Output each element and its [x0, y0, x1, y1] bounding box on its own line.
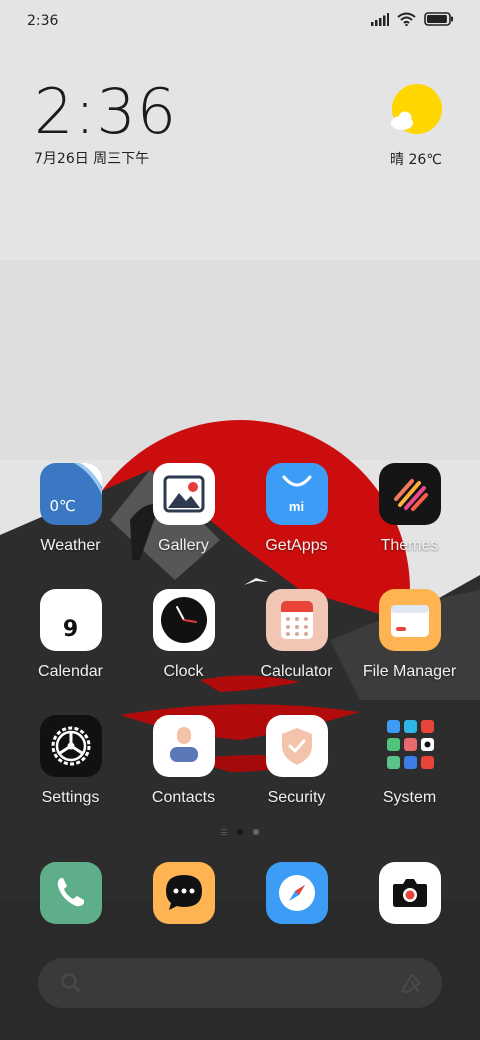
getapps-icon: mi	[265, 463, 328, 525]
app-contacts[interactable]: Contacts	[127, 715, 240, 807]
page-indicator[interactable]	[0, 829, 480, 835]
compass-icon	[265, 862, 328, 924]
clock-widget-date: 7月26日 周三下午	[34, 151, 150, 167]
dock-camera[interactable]	[353, 862, 466, 924]
app-label-getapps: GetApps	[265, 537, 328, 554]
camera-icon	[378, 862, 441, 924]
file-manager-icon	[378, 589, 441, 651]
app-security[interactable]: Security	[240, 715, 353, 807]
contacts-icon	[152, 715, 215, 777]
folder-glyph	[390, 605, 429, 637]
getapps-bag	[282, 475, 311, 487]
app-settings[interactable]: Settings	[14, 715, 127, 807]
folder-grid-icon	[386, 720, 434, 769]
settings-icon	[39, 715, 102, 777]
page-dot-1	[237, 829, 243, 835]
app-themes[interactable]: Themes	[353, 463, 466, 555]
gear-icon	[51, 726, 90, 766]
clock-face	[160, 597, 207, 643]
phone-glyph	[57, 878, 84, 907]
themes-icon	[378, 463, 441, 525]
app-label-themes: Themes	[380, 537, 439, 554]
shield-icon	[281, 728, 312, 765]
app-label-settings: Settings	[41, 789, 100, 806]
app-gallery[interactable]: Gallery	[127, 463, 240, 555]
clock-widget-time: 2:36	[34, 75, 178, 148]
gallery-glyph	[163, 475, 204, 513]
weather-widget[interactable]: 晴 26℃	[388, 84, 444, 169]
app-system-folder[interactable]: System	[353, 715, 466, 807]
dock-browser[interactable]	[240, 862, 353, 924]
app-file-manager[interactable]: File Manager	[353, 589, 466, 681]
search-bar[interactable]	[38, 958, 442, 1008]
weather-app-temp: 0℃	[49, 497, 76, 515]
status-icons	[371, 12, 454, 26]
page-indicator-menu-icon	[221, 829, 227, 835]
signal-icon	[371, 12, 389, 26]
battery-icon	[424, 12, 453, 26]
status-time: 2:36	[27, 13, 59, 29]
calendar-day: 9	[62, 617, 79, 642]
weather-app-corner	[73, 463, 102, 495]
app-weather[interactable]: 0℃ Weather	[14, 463, 127, 555]
app-label-calculator: Calculator	[260, 663, 333, 680]
weather-text: 晴 26℃	[390, 152, 442, 168]
app-clock[interactable]: Clock	[127, 589, 240, 681]
compass-glyph	[278, 875, 315, 911]
weather-app-icon: 0℃	[39, 463, 102, 525]
gallery-icon	[152, 463, 215, 525]
app-label-weather: Weather	[40, 537, 101, 554]
app-label-gallery: Gallery	[158, 537, 209, 554]
app-getapps[interactable]: mi GetApps	[240, 463, 353, 555]
phone-icon	[39, 862, 102, 924]
app-label-system: System	[382, 789, 437, 806]
app-label-clock: Clock	[163, 663, 204, 680]
app-calculator[interactable]: Calculator	[240, 589, 353, 681]
wifi-icon	[397, 12, 416, 26]
app-label-contacts: Contacts	[151, 789, 216, 806]
system-folder-icon	[379, 715, 441, 777]
person-icon	[169, 727, 198, 762]
app-label-calendar: Calendar	[38, 663, 103, 680]
calculator-icon	[265, 589, 328, 651]
calculator-glyph	[280, 601, 313, 639]
page-dot-2	[253, 829, 259, 835]
chat-bubble-icon	[165, 875, 202, 910]
themes-stripes	[393, 479, 428, 511]
clock-icon	[152, 589, 215, 651]
getapps-mi-text: mi	[288, 499, 305, 514]
clock-widget[interactable]: 2:36 7月26日 周三下午	[34, 80, 177, 168]
dock-phone[interactable]	[14, 862, 127, 924]
camera-glyph	[392, 879, 427, 907]
app-calendar[interactable]: 9 Calendar	[14, 589, 127, 681]
security-icon	[265, 715, 328, 777]
app-label-file-manager: File Manager	[362, 663, 457, 680]
search-icon	[61, 973, 81, 993]
assistant-icon[interactable]	[398, 970, 424, 996]
status-bar: 2:36	[0, 0, 480, 42]
sunny-cloud-icon	[391, 84, 442, 134]
calendar-icon: 9	[39, 589, 102, 651]
messages-icon	[152, 862, 215, 924]
app-label-security: Security	[267, 789, 326, 806]
dock-messages[interactable]	[127, 862, 240, 924]
